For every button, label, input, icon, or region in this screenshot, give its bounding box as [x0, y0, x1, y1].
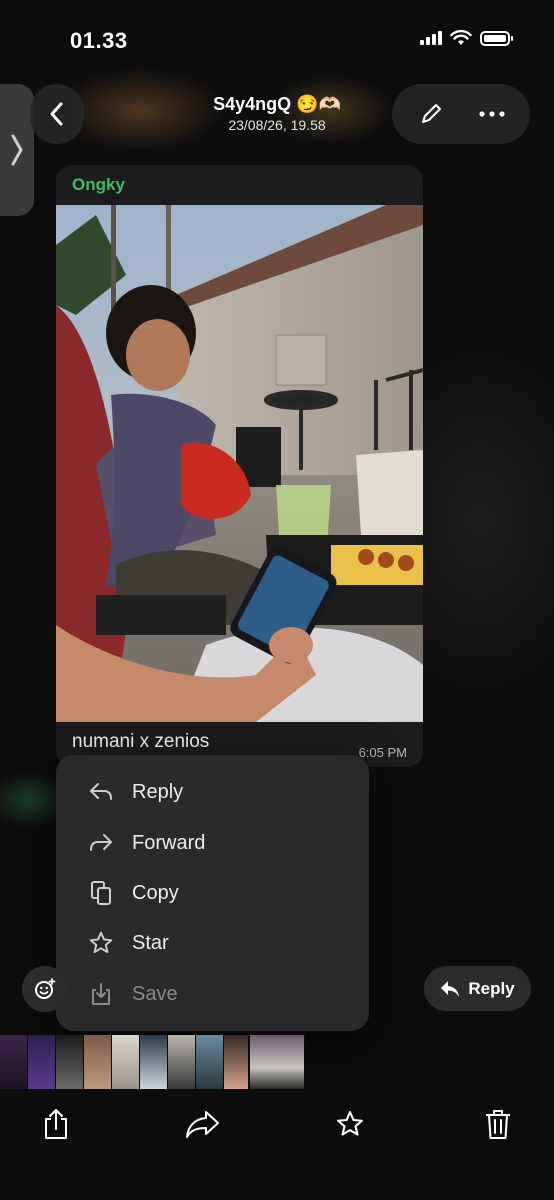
- status-icons: [420, 30, 513, 46]
- message-bubble[interactable]: Ongky numani x zenios 6:05 PM: [56, 165, 423, 767]
- message-context-menu: Reply Forward Copy Star Save: [56, 755, 369, 1031]
- menu-item-label: Reply: [132, 780, 184, 803]
- battery-icon: [480, 30, 513, 46]
- star-button[interactable]: [330, 1104, 370, 1144]
- emoji-plus-icon: [35, 978, 56, 999]
- menu-item-copy[interactable]: Copy: [56, 868, 369, 918]
- reply-icon: [88, 779, 114, 805]
- media-thumbnail[interactable]: [84, 1035, 111, 1089]
- chat-title: S4y4ngQ 😏🫶🏻: [213, 94, 341, 114]
- menu-item-label: Save: [132, 982, 178, 1005]
- copy-icon: [88, 880, 114, 906]
- media-thumbnail-selected[interactable]: [248, 1033, 306, 1091]
- share-button[interactable]: [36, 1104, 76, 1144]
- forward-icon: [88, 830, 114, 856]
- menu-item-star[interactable]: Star: [56, 918, 369, 968]
- photo-image: [56, 205, 423, 722]
- pencil-icon: [421, 104, 441, 123]
- menu-item-label: Copy: [132, 881, 179, 904]
- menu-item-label: Forward: [132, 831, 206, 854]
- side-drawer-handle[interactable]: [0, 84, 34, 216]
- media-thumbnail[interactable]: [28, 1035, 55, 1089]
- media-thumbnail[interactable]: [0, 1035, 27, 1089]
- menu-item-label: Star: [132, 931, 169, 954]
- chevron-right-icon: [11, 134, 23, 166]
- edit-button[interactable]: [411, 94, 451, 134]
- reply-arrow-icon: [441, 980, 460, 997]
- more-button[interactable]: [472, 94, 512, 134]
- forward-icon: [186, 1111, 219, 1138]
- more-icon: [478, 111, 505, 117]
- share-icon: [45, 1109, 67, 1139]
- menu-item-save[interactable]: Save: [56, 969, 369, 1019]
- status-time: 01.33: [70, 28, 128, 53]
- media-thumbnail[interactable]: [140, 1035, 167, 1089]
- bottom-toolbar: [0, 1090, 554, 1200]
- forward-button[interactable]: [183, 1104, 223, 1144]
- star-icon: [88, 930, 114, 956]
- wifi-icon: [450, 30, 472, 45]
- back-button[interactable]: [30, 84, 84, 144]
- menu-item-forward[interactable]: Forward: [56, 818, 369, 868]
- media-thumbnail[interactable]: [168, 1035, 195, 1089]
- add-reaction-button[interactable]: [22, 966, 68, 1012]
- message-time: 6:05 PM: [358, 745, 407, 760]
- header-actions: [392, 84, 530, 144]
- star-icon: [337, 1111, 363, 1136]
- media-thumbnail[interactable]: [224, 1035, 251, 1089]
- save-icon: [88, 981, 114, 1007]
- message-caption: numani x zenios: [72, 731, 210, 752]
- media-thumbnail[interactable]: [56, 1035, 83, 1089]
- back-chevron-icon: [50, 102, 63, 126]
- trash-icon: [486, 1110, 510, 1139]
- chat-header[interactable]: S4y4ngQ 😏🫶🏻 23/08/26, 19.58: [170, 94, 384, 133]
- reply-button[interactable]: Reply: [424, 966, 531, 1011]
- media-thumbnail-strip: [0, 1033, 320, 1091]
- sender-name: Ongky: [72, 175, 125, 194]
- reply-button-label: Reply: [468, 978, 515, 998]
- media-thumbnail[interactable]: [112, 1035, 139, 1089]
- message-photo[interactable]: [56, 205, 423, 722]
- cellular-signal-icon: [420, 31, 442, 45]
- status-bar: 01.33: [0, 0, 554, 80]
- menu-item-reply[interactable]: Reply: [56, 767, 369, 817]
- message-date: 23/08/26, 19.58: [228, 117, 326, 133]
- media-thumbnail[interactable]: [196, 1035, 223, 1089]
- delete-button[interactable]: [478, 1104, 518, 1144]
